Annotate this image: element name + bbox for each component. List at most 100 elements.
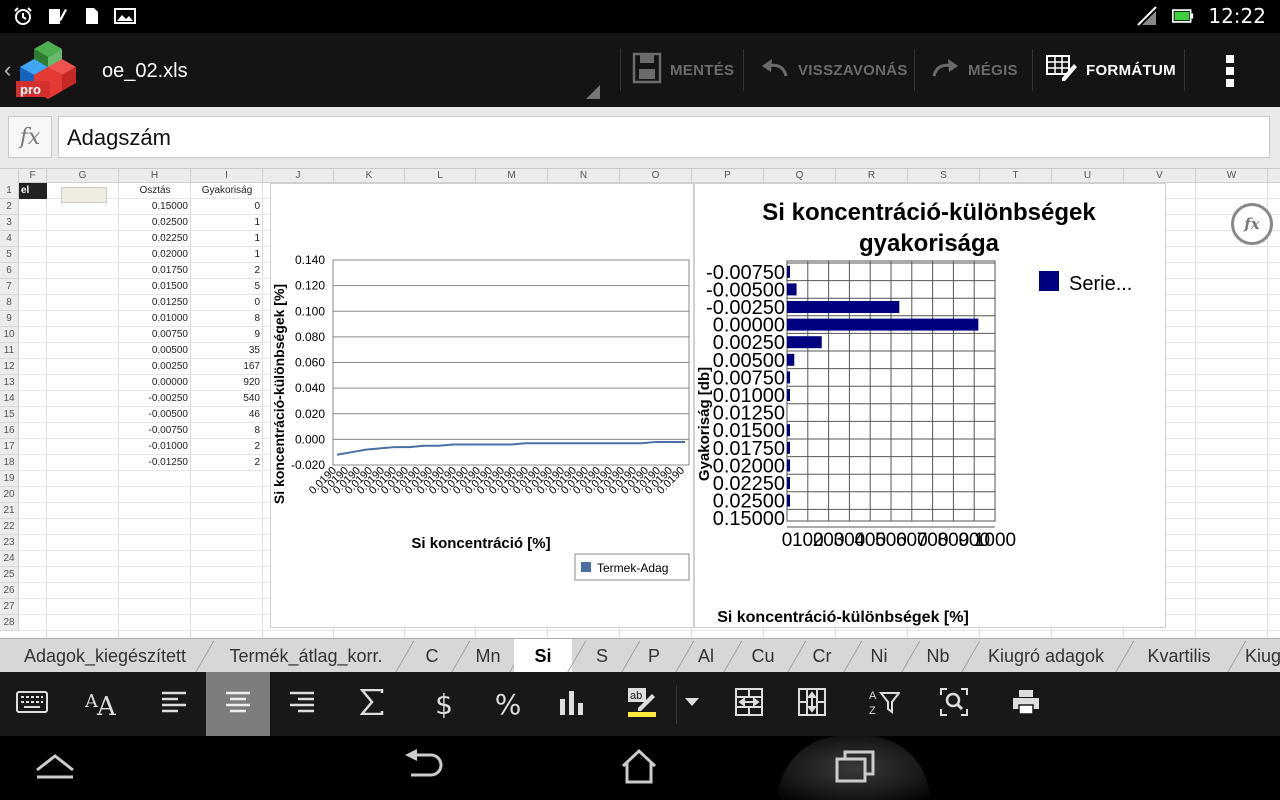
column-header[interactable]: O [620,169,692,183]
cell-osztas[interactable]: 0.02250 [119,231,191,247]
bar[interactable] [787,336,822,349]
row-header[interactable]: 7 [0,279,19,295]
back-chevron-icon[interactable]: ‹ [4,57,11,83]
row-header[interactable]: 26 [0,583,19,599]
row-header[interactable]: 9 [0,311,19,327]
sheet-tab[interactable]: Ni [852,639,906,672]
bar[interactable] [787,265,790,278]
print-button[interactable] [994,672,1058,736]
column-header[interactable]: V [1124,169,1196,183]
align-left-button[interactable] [142,672,206,736]
row-header[interactable]: 20 [0,487,19,503]
cell-gyakorisag[interactable]: 5 [191,279,263,295]
column-header[interactable]: U [1052,169,1124,183]
bar[interactable] [787,477,790,489]
find-button[interactable] [922,672,986,736]
overflow-menu-icon[interactable] [1226,55,1236,87]
cell-gyakorisag[interactable]: 0 [191,199,263,215]
column-header[interactable]: J [263,169,334,183]
cell-osztas[interactable]: 0.01000 [119,311,191,327]
app-logo[interactable]: pro [14,39,80,101]
bar[interactable] [787,494,790,507]
keyboard-button[interactable] [0,672,64,736]
column-header[interactable]: P [692,169,764,183]
sheet-tab[interactable]: C [408,639,456,672]
recent-apps-button[interactable] [810,736,900,800]
cell-gyakorisag[interactable]: 9 [191,327,263,343]
currency-button[interactable]: $ [412,672,476,736]
row-header[interactable]: 15 [0,407,19,423]
cell-gyakorisag[interactable]: 2 [191,455,263,471]
column-header[interactable]: H [119,169,191,183]
sheet-tab[interactable]: Adagok_kiegészített [10,639,200,672]
bar[interactable] [787,371,790,384]
sheet-tab[interactable]: Si [514,639,572,672]
row-header[interactable]: 18 [0,455,19,471]
column-header[interactable]: G [47,169,119,183]
cell-gyakorisag[interactable]: 1 [191,231,263,247]
redo-button[interactable]: MÉGIS [930,33,1018,107]
column-header[interactable]: F [19,169,47,183]
row-header[interactable]: 22 [0,519,19,535]
font-button[interactable]: AA [70,672,134,736]
sort-filter-button[interactable]: AZ [852,672,916,736]
column-header[interactable]: W [1196,169,1268,183]
cell-gyakorisag[interactable]: 8 [191,311,263,327]
sheet-tab[interactable]: Cr [796,639,848,672]
row-header[interactable]: 21 [0,503,19,519]
function-button[interactable]: fx [8,116,52,158]
cell-gyakorisag[interactable]: 167 [191,359,263,375]
row-header[interactable]: 8 [0,295,19,311]
column-header[interactable]: M [476,169,548,183]
sheet-tab[interactable]: Termék_átlag_korr. [212,639,400,672]
row-header[interactable]: 23 [0,535,19,551]
bar[interactable] [787,389,790,401]
format-button[interactable]: FORMÁTUM [1046,33,1176,107]
line-chart[interactable]: 0.140 0.120 0.100 0.080 0.060 0.040 0.020 0.000… [270,183,694,628]
align-right-button[interactable] [270,672,334,736]
cell-gyakorisag[interactable]: 920 [191,375,263,391]
column-header[interactable]: N [548,169,620,183]
function-wizard-icon[interactable]: fx [1231,203,1273,245]
histogram-chart[interactable]: Si koncentráció-különbségek gyakorisága -0… [694,183,1166,628]
bar[interactable] [787,459,790,472]
column-width-button[interactable] [717,672,781,736]
highlight-button[interactable]: ab [610,672,674,736]
cell-osztas[interactable]: 0.02500 [119,215,191,231]
cell-gyakorisag[interactable]: 35 [191,343,263,359]
row-header[interactable]: 3 [0,215,19,231]
sheet-tab[interactable]: P [628,639,680,672]
cell-gyakorisag[interactable]: 8 [191,423,263,439]
align-center-button[interactable] [206,672,270,736]
column-header[interactable]: L [405,169,476,183]
bar[interactable] [787,441,790,454]
corner-cell[interactable] [0,169,19,183]
header-osztas[interactable]: Osztás [119,183,191,199]
header-gyakorisag[interactable]: Gyakoriság [191,183,263,199]
cell-gyakorisag[interactable]: 540 [191,391,263,407]
sheet-tab[interactable]: S [578,639,626,672]
row-header[interactable]: 12 [0,359,19,375]
chart-button[interactable] [540,672,604,736]
home-button[interactable] [594,736,684,800]
cell-osztas[interactable]: -0.01000 [119,439,191,455]
row-height-button[interactable] [780,672,844,736]
file-name[interactable]: oe_02.xls [102,60,188,83]
cell-gyakorisag[interactable]: 46 [191,407,263,423]
row-header[interactable]: 19 [0,471,19,487]
sheet-tab[interactable]: Kiugró adagok [972,639,1120,672]
cell-osztas[interactable]: 0.01750 [119,263,191,279]
row-header[interactable]: 25 [0,567,19,583]
row-header[interactable]: 24 [0,551,19,567]
row-header[interactable]: 14 [0,391,19,407]
cell-osztas[interactable]: -0.01250 [119,455,191,471]
cell-g1[interactable] [61,187,107,203]
menu-up-button[interactable] [10,736,100,800]
row-header[interactable]: 6 [0,263,19,279]
cell-osztas[interactable]: 0.00750 [119,327,191,343]
sheet-tab[interactable]: Kiug [1236,639,1280,672]
sheet-tab[interactable]: Mn [462,639,514,672]
column-header[interactable]: R [836,169,908,183]
cell-osztas[interactable]: 0.15000 [119,199,191,215]
cell-osztas[interactable]: 0.00250 [119,359,191,375]
